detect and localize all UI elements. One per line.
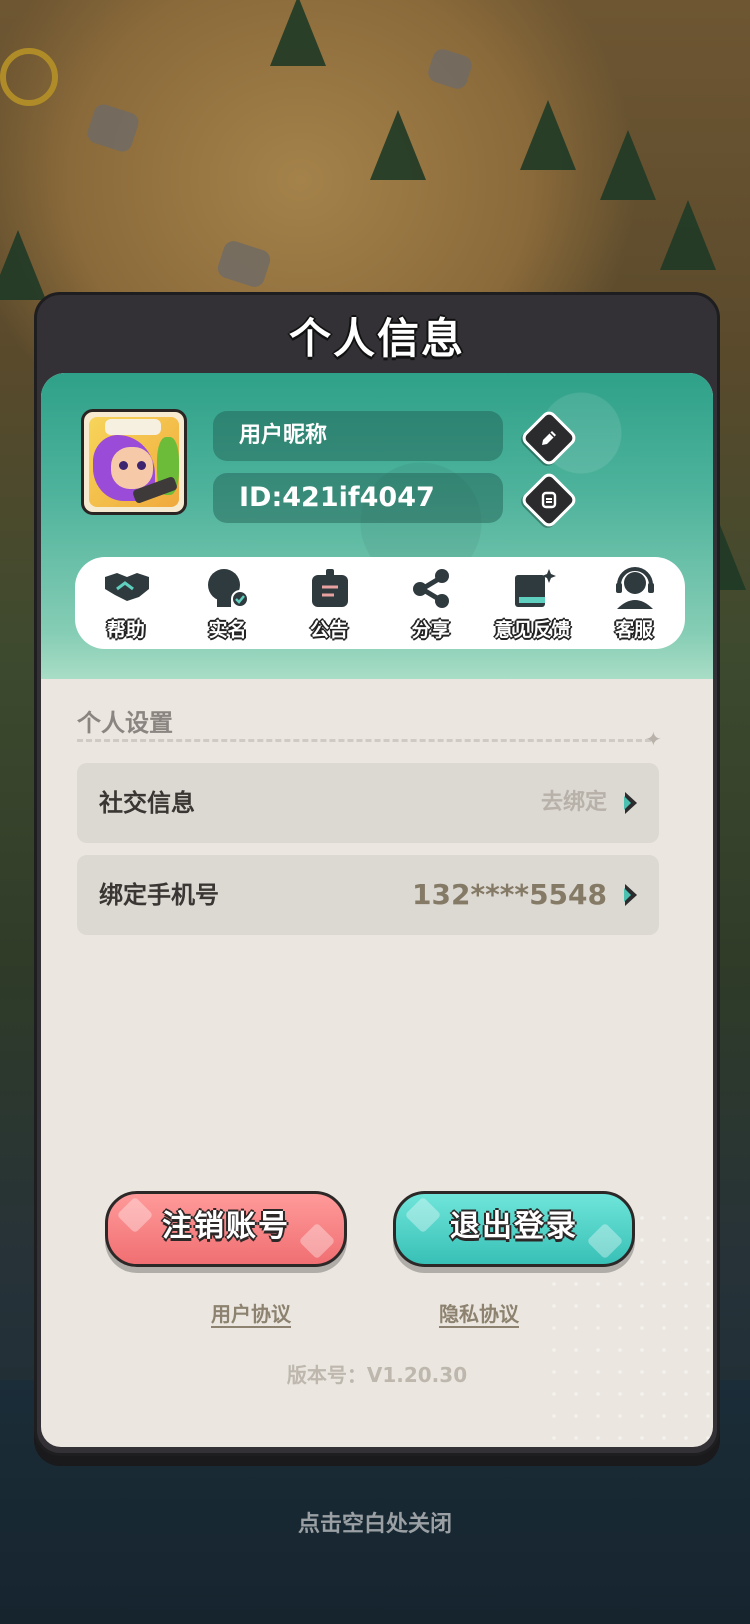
customer-service-button[interactable]: 客服 — [589, 557, 679, 649]
announcement-button[interactable]: 公告 — [284, 557, 374, 649]
gold-ring-decoration — [0, 48, 58, 106]
feedback-button[interactable]: 意见反馈 — [487, 557, 577, 649]
share-label: 分享 — [411, 619, 450, 641]
logout-label: 退出登录 — [450, 1209, 578, 1244]
star-decoration — [116, 1196, 154, 1234]
cancel-account-button[interactable]: 注销账号 — [105, 1191, 347, 1267]
character-avatar-image — [89, 417, 179, 507]
modal-content: 用户昵称 ID:421if4047 帮助 实名 公告 分享 意见反馈 客服 个人… — [41, 373, 713, 1447]
user-agreement-link[interactable]: 用户协议 — [211, 1298, 291, 1327]
chevron-right-icon — [624, 884, 637, 906]
tree — [660, 200, 716, 270]
tree — [600, 130, 656, 200]
row-label: 绑定手机号 — [99, 881, 219, 909]
edit-nickname-button[interactable] — [519, 408, 579, 468]
quick-toolbar: 帮助 实名 公告 分享 意见反馈 客服 — [75, 557, 685, 649]
modal-title: 个人信息 — [288, 314, 465, 363]
notice-board-icon — [312, 569, 349, 607]
help-button[interactable]: 帮助 — [81, 557, 171, 649]
divider — [77, 739, 651, 742]
row-value: 132****5548 — [412, 878, 607, 911]
social-info-row[interactable]: 社交信息 去绑定 — [77, 763, 659, 843]
star-decoration — [586, 1222, 624, 1260]
customer-service-label: 客服 — [615, 619, 654, 641]
version-text: 版本号：V1.20.30 — [286, 1363, 468, 1387]
copy-icon — [531, 482, 567, 518]
tree — [0, 230, 46, 300]
tree — [370, 110, 426, 180]
personal-info-modal: 个人信息 用户昵称 ID:421if4047 帮助 实名 公告 分享 意见反馈 … — [34, 292, 720, 1456]
user-id-field: ID:421if4047 — [213, 473, 503, 523]
feedback-book-icon — [515, 569, 557, 607]
announcement-label: 公告 — [310, 619, 349, 641]
cancel-account-label: 注销账号 — [162, 1209, 290, 1244]
tree — [520, 100, 576, 170]
bind-phone-row[interactable]: 绑定手机号 132****5548 — [77, 855, 659, 935]
row-label: 社交信息 — [99, 789, 195, 817]
close-hint[interactable]: 点击空白处关闭 — [0, 1506, 750, 1538]
feedback-label: 意见反馈 — [494, 619, 571, 641]
share-icon — [412, 569, 449, 608]
copy-id-button[interactable] — [519, 470, 579, 530]
real-name-button[interactable]: 实名 — [182, 557, 272, 649]
real-name-label: 实名 — [208, 619, 247, 641]
chevron-right-icon — [624, 792, 637, 814]
handshake-icon — [104, 573, 149, 601]
star-decoration — [298, 1222, 336, 1260]
pencil-icon — [531, 420, 567, 456]
avatar[interactable] — [81, 409, 187, 515]
section-title: 个人设置 — [77, 709, 173, 737]
sparkle-icon: ✦ — [645, 727, 662, 751]
verified-user-icon — [208, 569, 250, 608]
profile-header: 用户昵称 ID:421if4047 帮助 实名 公告 分享 意见反馈 客服 — [41, 373, 713, 679]
nickname-field: 用户昵称 — [213, 411, 503, 461]
privacy-policy-link[interactable]: 隐私协议 — [439, 1298, 519, 1327]
share-button[interactable]: 分享 — [386, 557, 476, 649]
star-decoration — [404, 1196, 442, 1234]
logout-button[interactable]: 退出登录 — [393, 1191, 635, 1267]
help-label: 帮助 — [106, 619, 145, 641]
tree — [270, 0, 326, 66]
headset-icon — [616, 567, 655, 609]
row-value: 去绑定 — [540, 790, 607, 815]
